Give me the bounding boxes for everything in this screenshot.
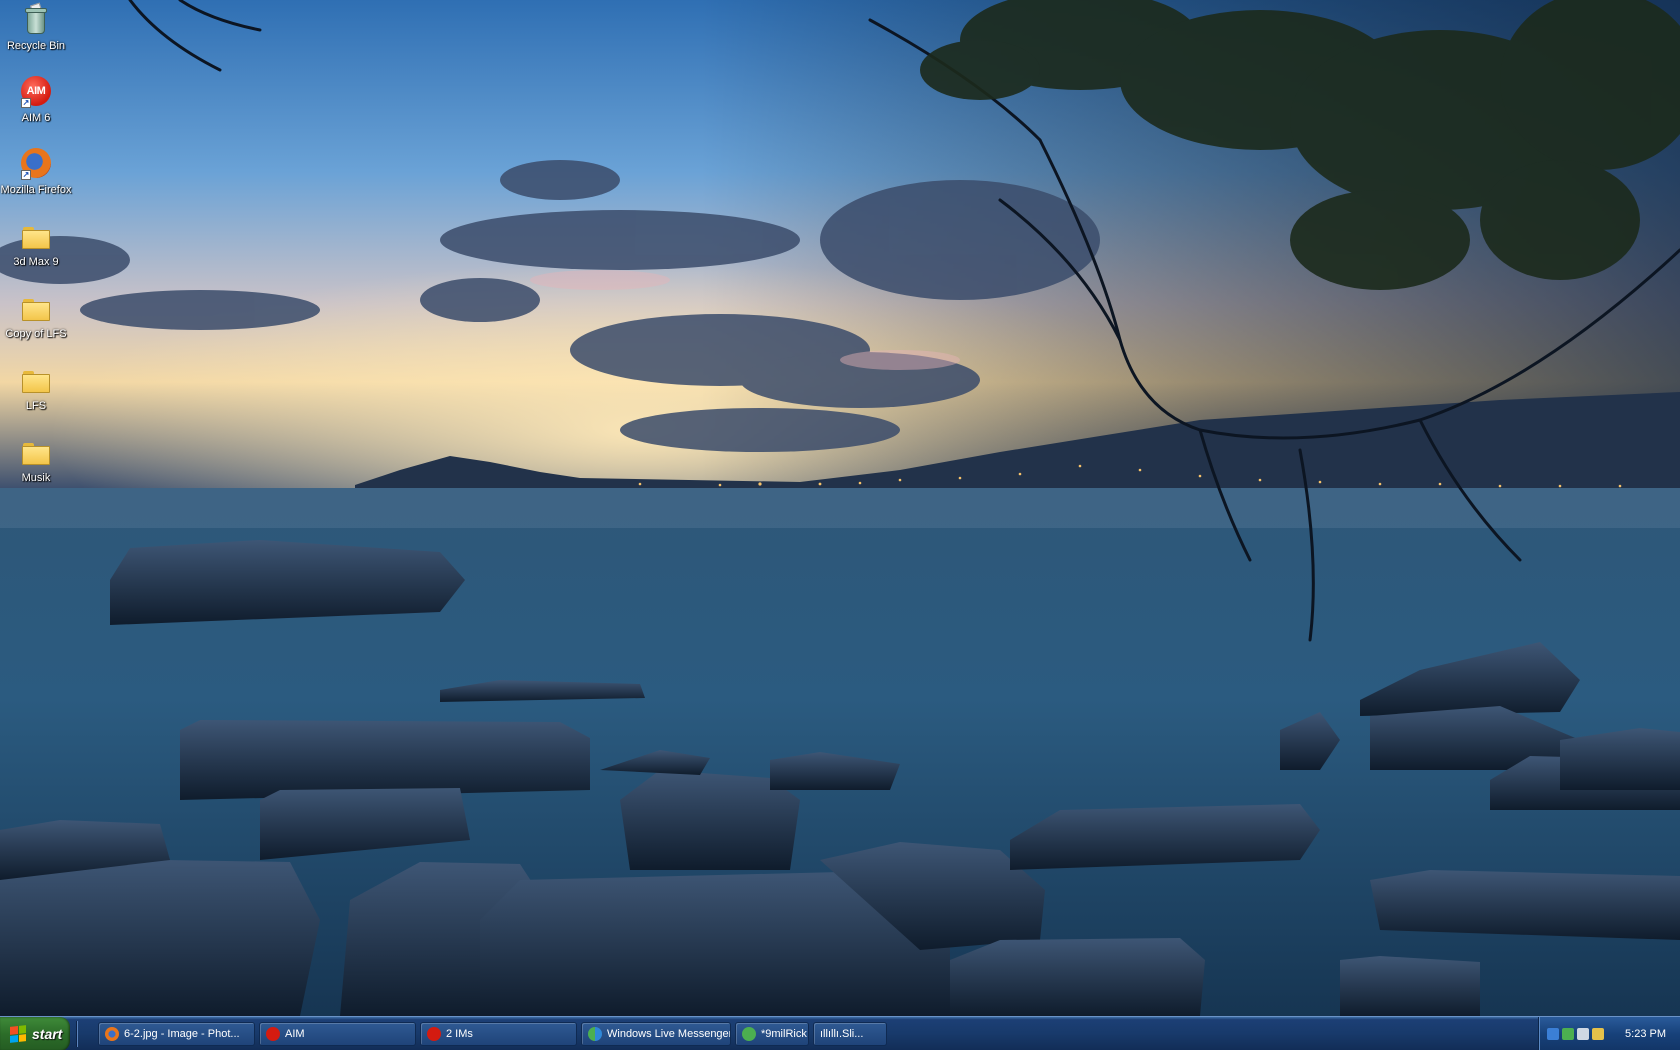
desktop-icon-label: Copy of LFS xyxy=(5,328,67,340)
aim-icon: AIM ↗ xyxy=(19,74,53,108)
folder-icon xyxy=(19,290,53,324)
folder-icon xyxy=(19,362,53,396)
desktop-icon-label: LFS xyxy=(25,400,47,412)
messenger-icon xyxy=(742,1026,756,1041)
task-label: AIM xyxy=(285,1027,305,1040)
desktop-icon-aim6[interactable]: AIM ↗ AIM 6 xyxy=(0,74,72,140)
desktop-icon-3d-max-9[interactable]: 3d Max 9 xyxy=(0,218,72,284)
task-button-windows-live-messenger[interactable]: Windows Live Messenger xyxy=(581,1021,731,1046)
system-tray: 5:23 PM xyxy=(1538,1017,1680,1050)
aim-icon xyxy=(427,1026,441,1041)
start-label: start xyxy=(32,1025,63,1042)
folder-icon xyxy=(19,434,53,468)
network-icon[interactable] xyxy=(1592,1028,1604,1040)
task-button-photo-viewer[interactable]: 6-2.jpg - Image - Phot... xyxy=(98,1021,255,1046)
desktop-icon-label: Musik xyxy=(21,472,51,484)
quick-launch-separator xyxy=(76,1020,78,1047)
start-button[interactable]: start xyxy=(0,1016,70,1050)
shortcut-arrow-icon: ↗ xyxy=(21,170,31,180)
shortcut-arrow-icon: ↗ xyxy=(21,98,31,108)
desktop-icon-lfs[interactable]: LFS xyxy=(0,362,72,428)
desktop-icon-musik[interactable]: Musik xyxy=(0,434,72,500)
recycle-bin-icon xyxy=(19,2,53,36)
task-label: Windows Live Messenger xyxy=(607,1027,731,1040)
desktop-icon-label: Recycle Bin xyxy=(6,40,66,52)
wallpaper-image xyxy=(0,0,1680,1016)
messenger-tray-icon[interactable] xyxy=(1562,1028,1574,1040)
task-label: 2 IMs xyxy=(446,1027,473,1040)
taskbar: start 6-2.jpg - Image - Phot... AIM 2 IM… xyxy=(0,1016,1680,1050)
task-label: 6-2.jpg - Image - Phot... xyxy=(124,1027,240,1040)
desktop-icon-label: Mozilla Firefox xyxy=(0,184,72,196)
task-label: *9milRick xyxy=(761,1027,807,1040)
task-button-aim[interactable]: AIM xyxy=(259,1021,416,1046)
desktop-icon-label: 3d Max 9 xyxy=(13,256,59,268)
aim-icon xyxy=(266,1026,280,1041)
task-button-2-ims[interactable]: 2 IMs xyxy=(420,1021,577,1046)
desktop-wallpaper xyxy=(0,0,1680,1016)
desktop-icon-label: AIM 6 xyxy=(21,112,51,124)
desktop-icon-copy-of-lfs[interactable]: Copy of LFS xyxy=(0,290,72,356)
folder-icon xyxy=(19,218,53,252)
volume-icon[interactable] xyxy=(1577,1028,1589,1040)
firefox-icon xyxy=(105,1026,119,1041)
task-button-9milrick[interactable]: *9milRick xyxy=(735,1021,809,1046)
task-button-sli[interactable]: ıllıllı.Sli... xyxy=(813,1021,887,1046)
bluetooth-icon[interactable] xyxy=(1547,1028,1559,1040)
windows-logo-icon xyxy=(10,1024,26,1043)
clock[interactable]: 5:23 PM xyxy=(1625,1028,1666,1040)
messenger-icon xyxy=(588,1026,602,1041)
desktop-icon-recycle-bin[interactable]: Recycle Bin xyxy=(0,2,72,68)
firefox-icon: ↗ xyxy=(19,146,53,180)
task-label: ıllıllı.Sli... xyxy=(820,1027,864,1040)
task-list: 6-2.jpg - Image - Phot... AIM 2 IMs Wind… xyxy=(98,1017,891,1050)
desktop-icon-mozilla-firefox[interactable]: ↗ Mozilla Firefox xyxy=(0,146,72,212)
